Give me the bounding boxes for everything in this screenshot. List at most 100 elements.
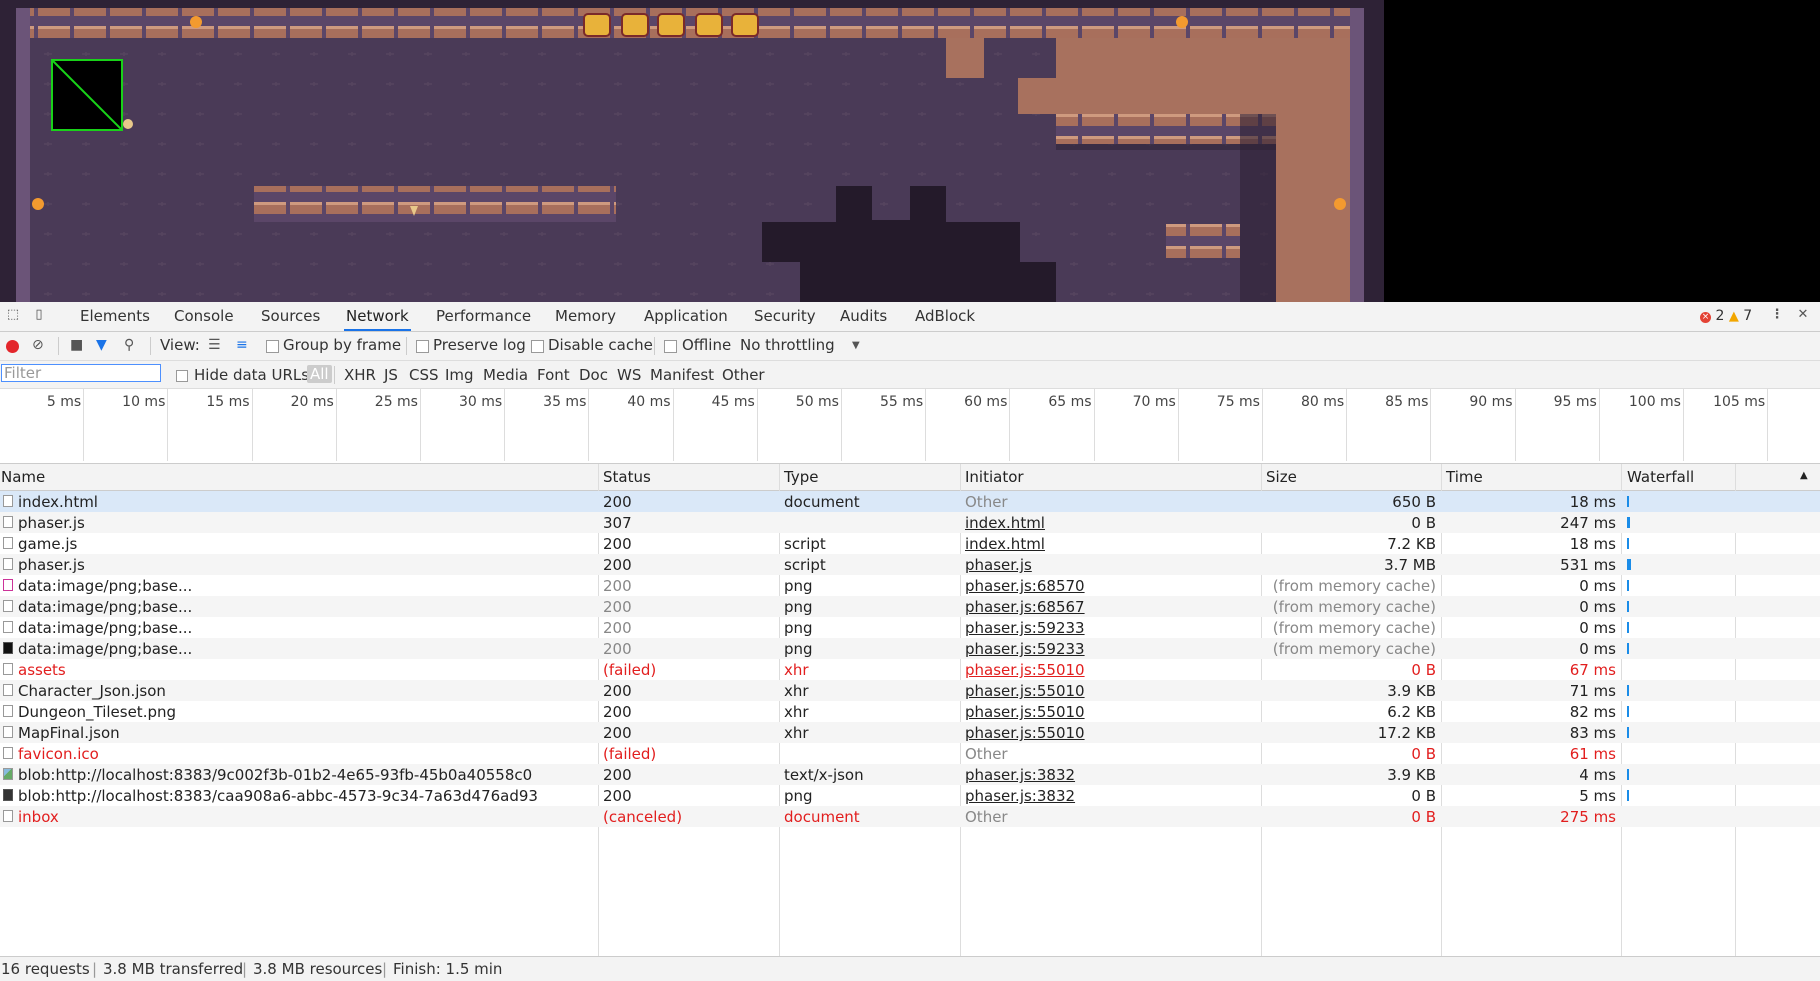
error-counter[interactable]: × 2 ▲ 7	[1700, 308, 1752, 324]
row-status: (failed)	[603, 661, 657, 679]
preserve-log-checkbox[interactable]	[416, 340, 429, 353]
tab-network[interactable]: Network	[344, 307, 411, 331]
table-row[interactable]: phaser.js 307 index.html 0 B 247 ms	[0, 512, 1820, 533]
row-type: script	[784, 556, 826, 574]
timeline-tick: 30 ms	[421, 389, 506, 461]
type-filter-manifest[interactable]: Manifest	[650, 366, 714, 384]
tab-console[interactable]: Console	[172, 307, 236, 331]
throttling-select[interactable]: No throttling	[740, 336, 835, 354]
file-icon	[3, 768, 13, 780]
table-row[interactable]: game.js 200 script index.html 7.2 KB 18 ms	[0, 533, 1820, 554]
table-row[interactable]: phaser.js 200 script phaser.js 3.7 MB 531 ms	[0, 554, 1820, 575]
type-filter-all[interactable]: All	[307, 365, 332, 383]
record-button[interactable]	[6, 340, 19, 353]
separator: |	[242, 960, 248, 978]
more-options-icon[interactable]: ⋮	[1770, 308, 1784, 322]
requests-table-header: Name Status Type Initiator Size Time Wat…	[0, 464, 1820, 491]
type-filter-xhr[interactable]: XHR	[344, 366, 376, 384]
device-toolbar-icon[interactable]: ▯	[32, 308, 46, 322]
timeline-overview[interactable]: 5 ms 10 ms 15 ms 20 ms 25 ms 30 ms 35 ms 40 ms 4…	[0, 389, 1820, 464]
type-filter-other[interactable]: Other	[722, 366, 765, 384]
tab-sources[interactable]: Sources	[259, 307, 322, 331]
timeline-tick: 15 ms	[168, 389, 253, 461]
table-row[interactable]: data:image/png;base... 200 png phaser.js:68…	[0, 596, 1820, 617]
column-status[interactable]: Status	[603, 468, 651, 486]
row-initiator[interactable]: index.html	[965, 535, 1255, 553]
type-filter-doc[interactable]: Doc	[579, 366, 608, 384]
row-initiator[interactable]: phaser.js:3832	[965, 787, 1255, 805]
table-row[interactable]: data:image/png;base... 200 png phaser.js:59…	[0, 617, 1820, 638]
table-row[interactable]: MapFinal.json 200 xhr phaser.js:55010 17.2 K…	[0, 722, 1820, 743]
chevron-down-icon[interactable]: ▼	[852, 340, 860, 351]
clear-icon[interactable]: ⊘	[32, 337, 44, 353]
separator	[58, 337, 59, 355]
row-initiator[interactable]: phaser.js:3832	[965, 766, 1255, 784]
capture-screenshots-icon[interactable]: ■	[70, 337, 83, 353]
hide-data-urls-checkbox[interactable]	[176, 370, 188, 382]
row-initiator[interactable]: index.html	[965, 514, 1255, 532]
column-type[interactable]: Type	[784, 468, 818, 486]
table-row[interactable]: favicon.ico (failed) Other 0 B 61 ms	[0, 743, 1820, 764]
timeline-tick: 10 ms	[84, 389, 169, 461]
file-icon	[3, 516, 13, 528]
file-icon	[3, 495, 13, 507]
table-row[interactable]: inbox (canceled) document Other 0 B 275 ms	[0, 806, 1820, 827]
waterfall-bar	[1627, 496, 1630, 507]
table-row[interactable]: assets (failed) xhr phaser.js:55010 0 B 67 ms	[0, 659, 1820, 680]
type-filter-media[interactable]: Media	[483, 366, 528, 384]
overview-icon[interactable]: ≡	[236, 337, 248, 353]
disable-cache-checkbox[interactable]	[531, 340, 544, 353]
row-initiator[interactable]: phaser.js:59233	[965, 619, 1255, 637]
row-initiator[interactable]: phaser.js:55010	[965, 682, 1255, 700]
sort-ascending-icon[interactable]: ▲	[1800, 470, 1808, 481]
table-row[interactable]: blob:http://localhost:8383/9c002f3b-01b2…	[0, 764, 1820, 785]
type-filter-ws[interactable]: WS	[617, 366, 641, 384]
row-name: data:image/png;base...	[18, 598, 193, 616]
tab-security[interactable]: Security	[752, 307, 818, 331]
row-size: 0 B	[1411, 745, 1436, 763]
row-type: png	[784, 619, 813, 637]
table-row[interactable]: blob:http://localhost:8383/caa908a6-abbc…	[0, 785, 1820, 806]
row-initiator[interactable]: phaser.js:68570	[965, 577, 1255, 595]
inspect-element-icon[interactable]: ⬚	[6, 308, 20, 322]
tab-application[interactable]: Application	[642, 307, 730, 331]
type-filter-font[interactable]: Font	[537, 366, 570, 384]
offline-checkbox[interactable]	[664, 340, 677, 353]
row-initiator[interactable]: phaser.js:59233	[965, 640, 1255, 658]
row-initiator[interactable]: phaser.js:55010	[965, 703, 1255, 721]
row-initiator[interactable]: phaser.js:55010	[965, 661, 1255, 679]
row-time: 18 ms	[1569, 535, 1616, 553]
column-initiator[interactable]: Initiator	[965, 468, 1024, 486]
tab-audits[interactable]: Audits	[838, 307, 889, 331]
table-row[interactable]: Dungeon_Tileset.png 200 xhr phaser.js:55010…	[0, 701, 1820, 722]
column-name[interactable]: Name	[1, 468, 45, 486]
table-row[interactable]: data:image/png;base... 200 png phaser.js:59…	[0, 638, 1820, 659]
filter-input[interactable]	[1, 364, 161, 382]
tab-adblock[interactable]: AdBlock	[913, 307, 977, 331]
large-rows-icon[interactable]: ☰	[208, 337, 221, 353]
column-size[interactable]: Size	[1266, 468, 1297, 486]
row-initiator[interactable]: phaser.js	[965, 556, 1255, 574]
file-icon	[3, 726, 13, 738]
filter-icon[interactable]: ▼	[96, 337, 107, 353]
group-by-frame-checkbox[interactable]	[266, 340, 279, 353]
type-filter-js[interactable]: JS	[384, 366, 398, 384]
row-name: assets	[18, 661, 66, 679]
row-time: 247 ms	[1560, 514, 1616, 532]
search-icon[interactable]: ⚲	[124, 337, 134, 353]
close-icon[interactable]: ✕	[1796, 308, 1810, 322]
tab-memory[interactable]: Memory	[553, 307, 618, 331]
tab-performance[interactable]: Performance	[434, 307, 533, 331]
table-row[interactable]: Character_Json.json 200 xhr phaser.js:55010…	[0, 680, 1820, 701]
row-size: 0 B	[1411, 661, 1436, 679]
table-row[interactable]: index.html 200 document Other 650 B 18 ms	[0, 491, 1820, 512]
column-time[interactable]: Time	[1446, 468, 1483, 486]
tab-elements[interactable]: Elements	[78, 307, 152, 331]
row-initiator[interactable]: phaser.js:68567	[965, 598, 1255, 616]
type-filter-img[interactable]: Img	[445, 366, 474, 384]
column-waterfall[interactable]: Waterfall	[1627, 468, 1694, 486]
row-initiator[interactable]: phaser.js:55010	[965, 724, 1255, 742]
table-row[interactable]: data:image/png;base... 200 png phaser.js:68…	[0, 575, 1820, 596]
type-filter-css[interactable]: CSS	[409, 366, 439, 384]
game-canvas[interactable]	[0, 0, 1820, 302]
